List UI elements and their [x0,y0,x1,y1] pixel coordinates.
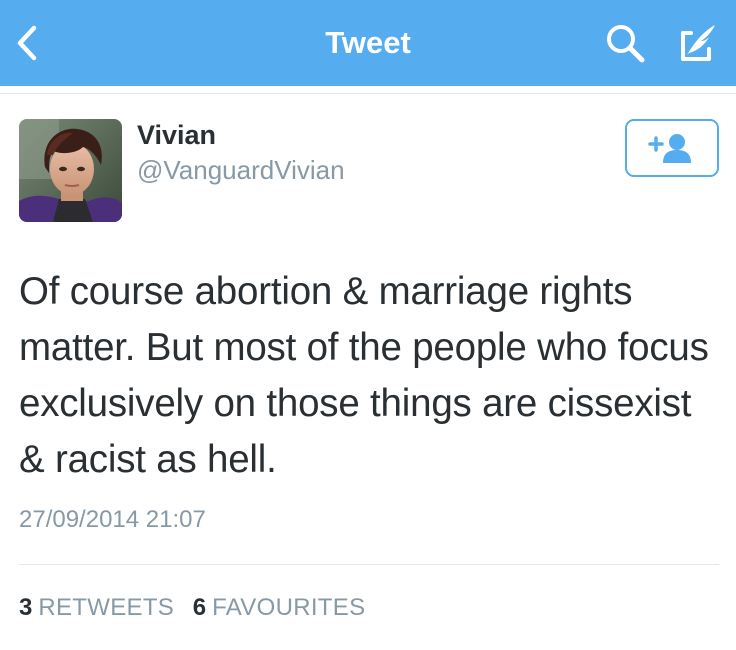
tweet-text: Of course abortion & marriage rights mat… [19,270,709,481]
favourites-label: FAVOURITES [212,594,366,621]
author-display-name[interactable]: Vivian [137,120,216,151]
favourites-stat[interactable]: 6 FAVOURITES [193,594,366,622]
compose-button[interactable] [672,18,722,68]
chevron-left-icon [17,25,37,61]
favourites-count: 6 [192,594,207,621]
header-divider [0,93,736,94]
tweet-stats: 3 RETWEETS 6 FAVOURITES [19,594,377,622]
compose-icon [681,25,715,61]
search-icon [607,25,645,63]
author-handle[interactable]: @VanguardVivian [137,155,345,186]
nav-bar: Tweet [0,0,736,86]
retweets-stat[interactable]: 3 RETWEETS [19,594,174,622]
stats-divider [19,564,719,565]
search-button[interactable] [600,18,650,68]
retweets-count: 3 [19,594,33,621]
avatar-photo [19,119,122,222]
tweet-timestamp: 27/09/2014 21:07 [19,506,206,533]
back-button[interactable] [2,18,52,68]
avatar[interactable] [19,119,122,222]
add-user-icon [648,134,691,163]
follow-button[interactable] [625,119,719,177]
retweets-label: RETWEETS [38,594,175,621]
